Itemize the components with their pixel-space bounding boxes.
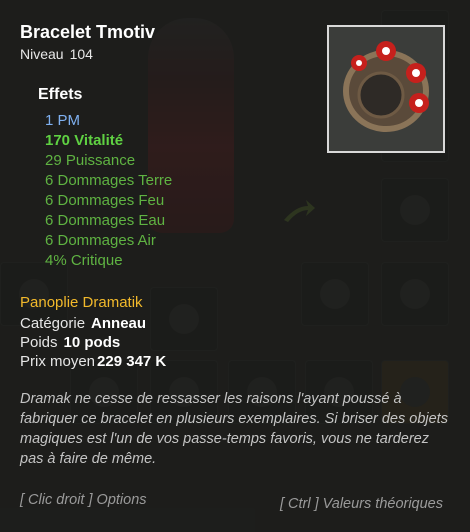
category-row: Catégorie Anneau (20, 315, 146, 332)
level-label: Niveau (20, 46, 64, 62)
weight-label: Poids (20, 334, 58, 351)
price-value: 229 347 K (97, 353, 167, 370)
effects-heading: Effets (38, 86, 83, 103)
price-label: Prix moyen (20, 353, 96, 370)
effect-fire-damage: 6 Dommages Feu (45, 192, 165, 209)
category-value: Anneau (91, 315, 147, 332)
effect-vitality: 170 Vitalité (45, 132, 124, 149)
item-image (327, 25, 445, 153)
effect-water-damage: 6 Dommages Eau (45, 212, 166, 229)
item-description: Dramak ne cesse de ressasser les raisons… (20, 391, 448, 467)
weight-value: 10 pods (63, 334, 121, 351)
item-level: Niveau 104 (20, 46, 93, 62)
theoretical-values-hint: [ Ctrl ] Valeurs théoriques (279, 496, 443, 512)
weight-row: Poids 10 pods (20, 334, 120, 351)
effect-air-damage: 6 Dommages Air (45, 232, 156, 249)
bracelet-icon (343, 41, 429, 132)
effect-earth-damage: 6 Dommages Terre (45, 172, 173, 189)
level-value: 104 (69, 46, 93, 62)
item-name: Bracelet Tmotiv (20, 22, 156, 42)
item-tooltip: Bracelet Tmotiv Niveau 104 Effets 1 PM 17… (0, 0, 470, 532)
effects-list: 1 PM 170 Vitalité 29 Puissance 6 Dommage… (45, 111, 172, 271)
category-label: Catégorie (20, 315, 86, 332)
set-name-link[interactable]: Panoplie Dramatik (20, 294, 143, 311)
options-hint: [ Clic droit ] Options (20, 492, 147, 508)
effect-critical: 4% Critique (45, 252, 123, 269)
effect-pm: 1 PM (45, 112, 81, 129)
price-row: Prix moyen 229 347 K (20, 353, 166, 370)
effect-strength: 29 Puissance (45, 152, 136, 169)
